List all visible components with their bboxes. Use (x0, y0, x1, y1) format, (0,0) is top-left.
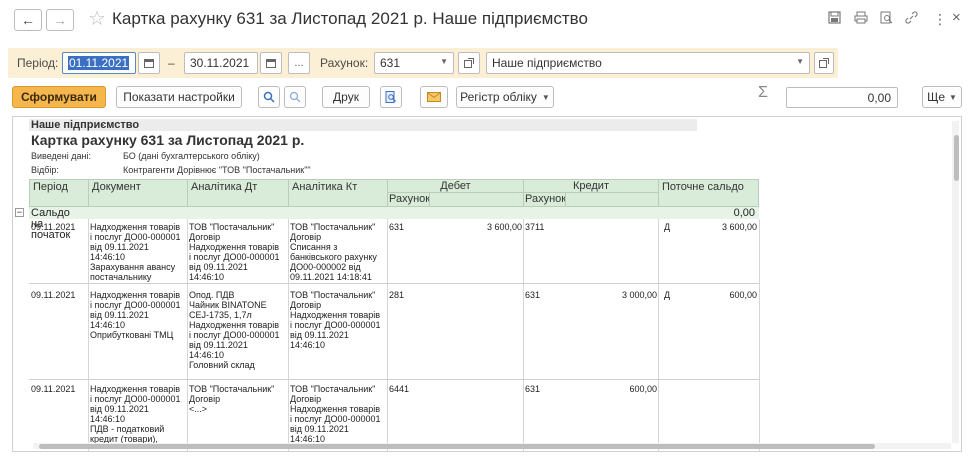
mail-button[interactable] (420, 86, 448, 108)
more-menu-icon[interactable]: ⋮ (933, 11, 947, 28)
chevron-down-icon: ▼ (949, 92, 957, 102)
cell-document[interactable]: Надходження товарів і послуг ДО00-000001… (90, 384, 186, 444)
col-header-credit: Кредит (523, 179, 659, 193)
save-icon[interactable] (828, 11, 841, 27)
col-header-analytics-dt: Аналітика Дт (187, 179, 289, 207)
col-header-balance: Поточне сальдо (658, 179, 759, 207)
cell-balance-side: Д (664, 222, 671, 232)
cell-credit-account: 3711 (525, 222, 545, 232)
report-window: ← → ☆ Картка рахунку 631 за Листопад 202… (0, 0, 968, 459)
account-label: Рахунок: (320, 56, 369, 70)
filter-label: Відбір: (31, 165, 59, 175)
account-open-button[interactable] (458, 52, 480, 74)
report-organization: Наше підприємство (31, 119, 140, 131)
arrow-right-icon: → (53, 12, 67, 28)
calendar-icon (144, 59, 154, 68)
calendar-to-button[interactable] (260, 52, 282, 74)
col-header-credit-account: Рахунок (523, 192, 566, 207)
back-button[interactable]: ← (14, 9, 42, 31)
horizontal-scrollbar-thumb[interactable] (39, 444, 875, 449)
cell-balance-sum: 3 600,00 (721, 222, 757, 232)
cell-debit-account: 281 (389, 290, 405, 300)
cell-analytics-kt: ТОВ "Постачальник" Договір Надходження т… (290, 384, 381, 444)
vertical-scrollbar-thumb[interactable] (954, 135, 959, 181)
cell-balance-sum: 600,00 (729, 290, 757, 300)
page-title: Картка рахунку 631 за Листопад 2021 р. Н… (112, 9, 588, 28)
parameters-panel: Період: 01.11.2021 – 30.11.2021 ... Раху… (8, 48, 838, 78)
calendar-from-button[interactable] (138, 52, 160, 74)
cell-credit-sum: 3 000,00 (621, 290, 657, 300)
cell-period: 09.11.2021 (31, 290, 76, 300)
arrow-left-icon: ← (21, 12, 35, 28)
collapse-group-icon[interactable]: − (15, 208, 24, 217)
period-dash: – (168, 56, 175, 70)
data-value: БО (дані бухгалтерського обліку) (123, 151, 260, 161)
cell-credit-account: 631 (525, 290, 541, 300)
calendar-icon (266, 59, 276, 68)
cell-debit-account: 6441 (389, 384, 410, 394)
forward-button[interactable]: → (46, 9, 74, 31)
search-clear-icon (289, 91, 301, 103)
cell-balance-side: Д (664, 290, 671, 300)
preview-icon (385, 91, 396, 103)
favorite-star-icon[interactable]: ☆ (88, 6, 106, 31)
cell-credit-sum: 600,00 (629, 384, 657, 394)
col-header-period: Період (29, 179, 89, 207)
generate-button[interactable]: Сформувати (12, 86, 106, 108)
organization-open-button[interactable] (814, 52, 834, 74)
account-select[interactable]: 631 ▼ (374, 52, 454, 74)
period-select-button[interactable]: ... (288, 52, 310, 74)
chevron-down-icon: ▼ (541, 92, 550, 102)
search-button[interactable] (258, 86, 280, 108)
opening-balance-value: 0,00 (733, 208, 755, 219)
more-button[interactable]: Ще ▼ (922, 86, 962, 108)
col-header-debit-sum (429, 192, 524, 207)
preview-icon[interactable] (880, 11, 893, 27)
col-header-analytics-kt: Аналітика Кт (288, 179, 388, 207)
open-window-icon (819, 58, 829, 68)
col-header-document: Документ (88, 179, 188, 207)
cell-analytics-kt: ТОВ "Постачальник" Договір Списання з ба… (290, 222, 377, 282)
printer-icon[interactable] (854, 11, 868, 27)
cell-period: 09.11.2021 (31, 222, 76, 232)
close-icon[interactable]: × (952, 9, 961, 26)
cell-analytics-dt: Опод. ПДВ Чайник BINATONE CEJ-1735, 1,7л… (189, 290, 280, 370)
col-header-debit: Дебет (387, 179, 524, 193)
selection-sum-field: 0,00 (786, 87, 898, 108)
cell-credit-account: 631 (525, 384, 541, 394)
filter-value: Контрагенти Дорівнює "ТОВ "Постачальник"… (123, 165, 311, 175)
cell-analytics-dt: ТОВ "Постачальник" Договір Надходження т… (189, 222, 280, 282)
report-title: Картка рахунку 631 за Листопад 2021 р. (31, 132, 305, 148)
open-window-icon (464, 58, 474, 68)
chevron-down-icon: ▼ (440, 57, 448, 66)
cell-debit-sum: 3 600,00 (486, 222, 522, 232)
date-to-input[interactable]: 30.11.2021 (184, 52, 258, 74)
search-icon (263, 91, 275, 103)
chevron-down-icon: ▼ (796, 57, 804, 66)
organization-select[interactable]: Наше підприємство ▼ (486, 52, 810, 74)
preview-button[interactable] (380, 86, 402, 108)
clear-search-button[interactable] (284, 86, 306, 108)
cell-analytics-dt: ТОВ "Постачальник" Договір <...> (189, 384, 275, 414)
sigma-icon: Σ (758, 84, 768, 101)
envelope-icon (427, 92, 441, 102)
title-bar: ← → ☆ Картка рахунку 631 за Листопад 202… (0, 0, 968, 40)
print-button[interactable]: Друк (322, 86, 370, 108)
cell-debit-account: 631 (389, 222, 405, 232)
cell-analytics-kt: ТОВ "Постачальник" Договір Надходження т… (290, 290, 381, 350)
col-header-credit-sum (565, 192, 659, 207)
cell-document[interactable]: Надходження товарів і послуг ДО00-000001… (90, 290, 186, 340)
cell-period: 09.11.2021 (31, 384, 76, 394)
cell-document[interactable]: Надходження товарів і послуг ДО00-000001… (90, 222, 186, 282)
report-sheet[interactable]: Наше підприємство Картка рахунку 631 за … (12, 116, 962, 452)
data-label: Виведені дані: (31, 151, 91, 161)
show-settings-button[interactable]: Показати настройки (116, 86, 242, 108)
opening-balance-row (29, 207, 759, 219)
col-header-debit-account: Рахунок (387, 192, 430, 207)
register-dropdown-button[interactable]: Регістр обліку ▼ (456, 86, 554, 108)
date-from-input[interactable]: 01.11.2021 (62, 52, 136, 74)
link-icon[interactable] (905, 11, 918, 27)
period-label: Період: (17, 56, 59, 70)
